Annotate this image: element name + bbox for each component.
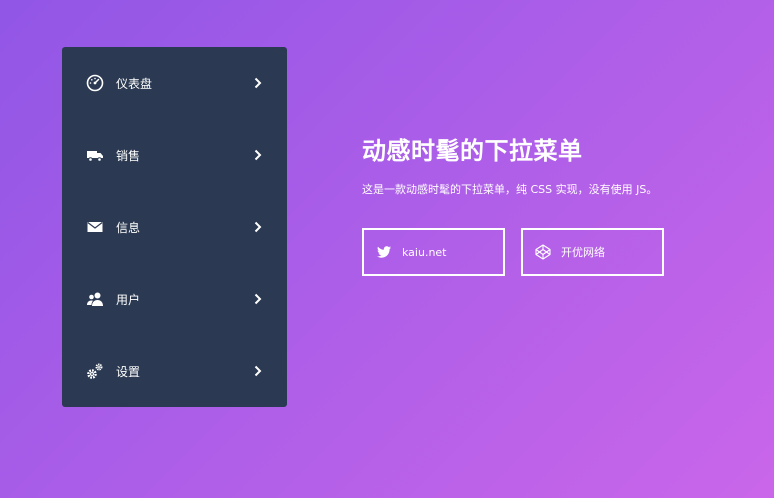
link-buttons: kaiu.net 开优网络 bbox=[362, 228, 752, 276]
chevron-right-icon bbox=[253, 149, 263, 161]
chevron-right-icon bbox=[253, 365, 263, 377]
twitter-link-button[interactable]: kaiu.net bbox=[362, 228, 505, 276]
chevron-right-icon bbox=[253, 293, 263, 305]
menu-item-dashboard[interactable]: 仪表盘 bbox=[62, 47, 287, 119]
twitter-link-label: kaiu.net bbox=[402, 245, 447, 259]
menu-item-messages[interactable]: 信息 bbox=[62, 191, 287, 263]
page-description: 这是一款动感时髦的下拉菜单，纯 CSS 实现，没有使用 JS。 bbox=[362, 183, 658, 196]
codepen-link-button[interactable]: 开优网络 bbox=[521, 228, 664, 276]
twitter-icon bbox=[376, 244, 392, 260]
envelope-icon bbox=[86, 218, 104, 236]
menu-item-label: 信息 bbox=[116, 220, 141, 235]
truck-icon bbox=[86, 146, 104, 164]
chevron-right-icon bbox=[253, 77, 263, 89]
menu-item-label: 销售 bbox=[116, 148, 141, 163]
menu-item-sales[interactable]: 销售 bbox=[62, 119, 287, 191]
users-icon bbox=[86, 290, 104, 308]
menu-item-label: 仪表盘 bbox=[116, 76, 153, 91]
codepen-link-label: 开优网络 bbox=[561, 246, 605, 259]
gears-icon bbox=[86, 362, 104, 380]
menu-item-settings[interactable]: 设置 bbox=[62, 335, 287, 407]
codepen-icon bbox=[535, 244, 551, 260]
menu-item-label: 设置 bbox=[116, 364, 141, 379]
menu-item-users[interactable]: 用户 bbox=[62, 263, 287, 335]
menu-item-label: 用户 bbox=[116, 292, 141, 307]
chevron-right-icon bbox=[253, 221, 263, 233]
intro-section: 动感时髦的下拉菜单 这是一款动感时髦的下拉菜单，纯 CSS 实现，没有使用 JS… bbox=[362, 136, 752, 276]
side-menu: 仪表盘 销售 信息 用户 设置 bbox=[62, 47, 287, 407]
page-title: 动感时髦的下拉菜单 bbox=[362, 137, 583, 165]
dashboard-icon bbox=[86, 74, 104, 92]
